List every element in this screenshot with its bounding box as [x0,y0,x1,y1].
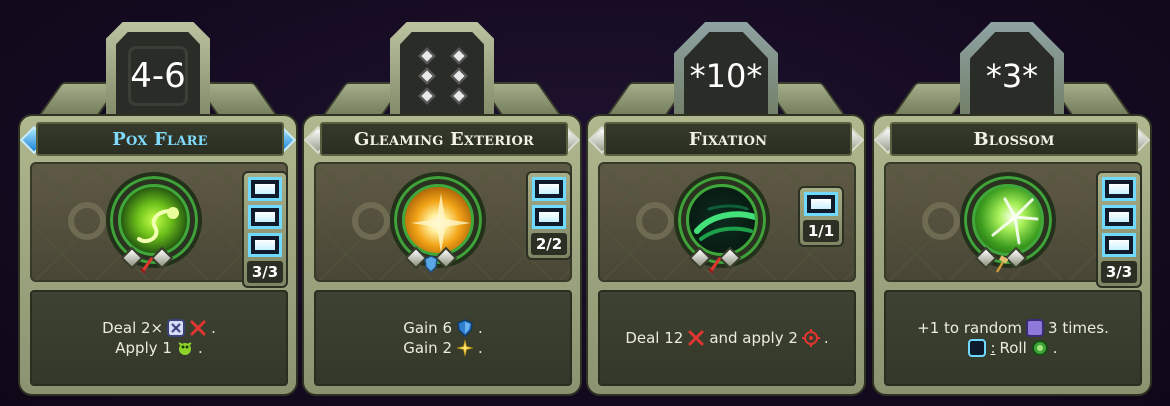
charge-icon [1102,205,1136,229]
decor-ring [922,202,960,240]
title-bar: Blossom [890,122,1138,156]
card-body: Fixation 1/1 Deal 12 and apply 2 . [586,114,866,396]
charge-icon [248,205,282,229]
card-body: Gleaming Exterior 2/2 Gain 6 . Gain 2 . [302,114,582,396]
description-text: Gain 2 [403,339,453,357]
blue-die-icon [968,339,987,357]
tag-diamonds [404,246,458,274]
tag-diamonds [688,246,742,274]
uses-text: 3/3 [1101,261,1137,283]
spark-icon [456,339,474,357]
purple-die-icon [1026,319,1045,337]
card-body: Blossom 3/3 +1 to random 3 times.: Roll… [872,114,1152,396]
uses-counter: 1/1 [798,186,844,247]
card-title: Gleaming Exterior [353,128,535,150]
description-line: Deal 2× . [102,319,216,337]
charge-icon [804,192,838,216]
description-box: Deal 12 and apply 2 . [598,290,856,386]
card-fixation[interactable]: *10* Fixation 1/1 Deal 12 and apply 2 . [586,12,866,396]
title-bar: Gleaming Exterior [320,122,568,156]
description-line: : Roll . [968,339,1058,357]
decor-ring [68,202,106,240]
shield-icon [456,319,474,338]
cost-slot: 4-6 [116,32,200,120]
damage-icon [189,319,207,337]
description-line: +1 to random 3 times. [917,319,1109,337]
charge-icon [1102,233,1136,257]
description-box: Gain 6 . Gain 2 . [314,290,572,386]
card-title: Blossom [973,128,1055,150]
title-bar: Pox Flare [36,122,284,156]
cost-value: 4-6 [130,56,186,96]
card-body: Pox Flare 3/3 Deal 2× . Apply 1 . [18,114,298,396]
description-text: +1 to random [917,319,1023,337]
card-title: Pox Flare [112,128,208,150]
description-line: Gain 2 . [403,339,483,357]
golden-burst-icon [402,184,474,256]
poison-bug-icon [176,339,194,357]
description-text: . [197,339,203,357]
sword-icon [708,257,722,274]
charge-icon [1102,177,1136,201]
green-slash-icon [686,184,758,256]
description-text: . [211,319,216,337]
description-text: . [823,329,829,347]
card-blossom[interactable]: *3* Blossom 3/3 +1 to random 3 times.: … [872,12,1152,396]
uses-text: 2/2 [531,233,567,255]
uses-counter: 2/2 [526,171,572,260]
six-pip-die-icon [417,46,468,106]
cost-value: *10* [689,57,763,95]
card-gleaming-exterior[interactable]: Gleaming Exterior 2/2 Gain 6 . Gain 2 . [302,12,582,396]
damage-icon [687,329,705,347]
tag-diamonds [974,246,1028,273]
uses-counter: 3/3 [242,171,288,288]
description-text: and apply 2 [709,329,798,347]
description-text: . [478,339,483,357]
description-box: +1 to random 3 times. : Roll . [884,290,1142,386]
target-icon [801,329,820,347]
dice-x-icon [167,319,186,337]
cost-value: *3* [985,57,1039,95]
charge-icon [248,233,282,257]
description-box: Deal 2× . Apply 1 . [30,290,288,386]
description-text: 3 times. [1048,319,1109,337]
shield-icon [424,255,438,274]
description-text: Deal 2× [102,319,164,337]
description-line: Deal 12 and apply 2 . [625,329,829,347]
uses-counter: 3/3 [1096,171,1142,288]
description-text: . [478,319,483,337]
decor-ring [636,202,674,240]
green-gear-icon [1031,339,1049,357]
swirl-poison-icon [118,184,190,256]
description-text: Gain 6 [403,319,453,337]
description-text: : [990,339,996,357]
uses-text: 1/1 [803,220,839,242]
description-text: Roll [999,339,1027,357]
sword-icon [140,257,154,274]
charge-icon [532,205,566,229]
cost-slot [400,32,484,120]
description-line: Apply 1 . [115,339,202,357]
hammer-icon [995,255,1008,273]
card-title: Fixation [688,128,768,150]
description-line: Gain 6 . [403,319,483,338]
description-text: Apply 1 [115,339,172,357]
charge-icon [248,177,282,201]
uses-text: 3/3 [247,261,283,283]
tag-diamonds [120,246,174,274]
decor-ring [352,202,390,240]
blossom-burst-icon [972,184,1044,256]
charge-icon [532,177,566,201]
card-pox-flare[interactable]: 4-6 Pox Flare 3/3 Deal 2× . Apply 1 . [18,12,298,396]
title-bar: Fixation [604,122,852,156]
description-text: Deal 12 [625,329,684,347]
description-text: . [1052,339,1058,357]
